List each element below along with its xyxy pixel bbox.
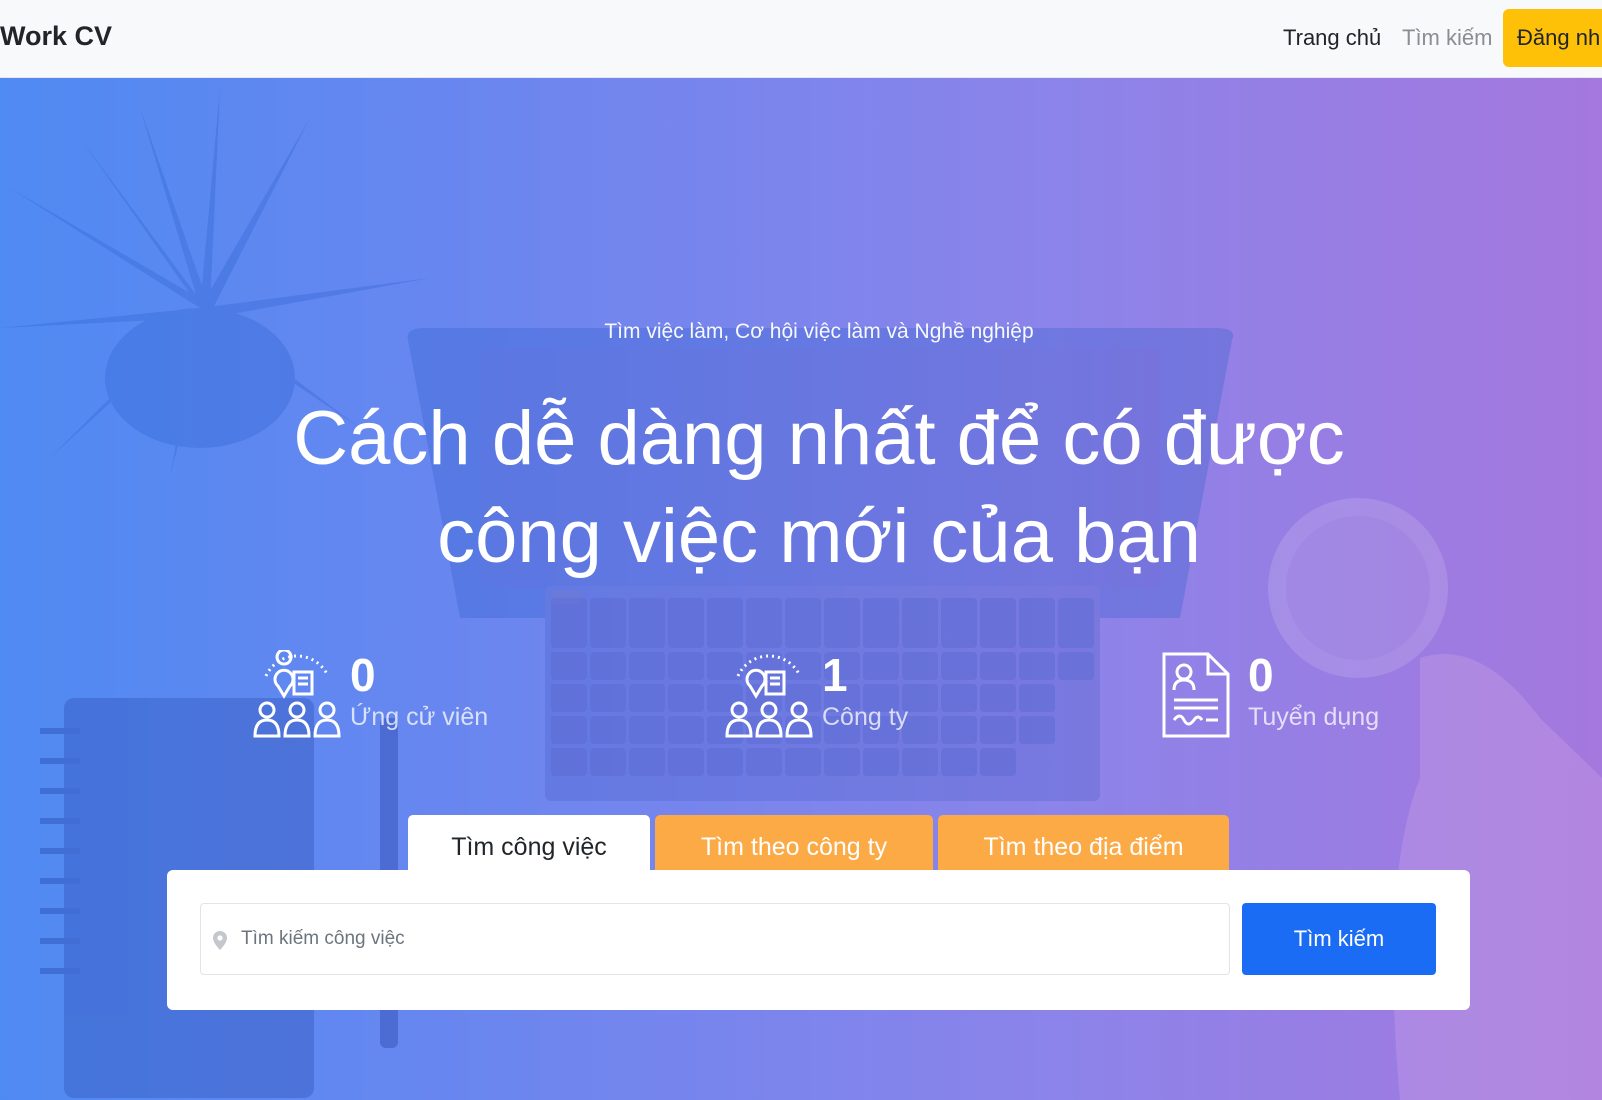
tab-find-by-company[interactable]: Tìm theo công ty (655, 815, 933, 873)
recruitment-document-icon (1162, 652, 1230, 738)
top-navbar: Work CV Trang chủ Tìm kiếm Đăng nh (0, 0, 1602, 78)
keyboard-key-decoration (824, 748, 860, 776)
search-field[interactable] (200, 903, 1230, 975)
keyboard-key-decoration (668, 684, 704, 712)
keyboard-key-decoration (1058, 620, 1094, 648)
keyboard-key-decoration (668, 716, 704, 744)
keyboard-key-decoration (941, 684, 977, 712)
keyboard-key-decoration (629, 716, 665, 744)
keyboard-key-decoration (941, 716, 977, 744)
keyboard-key-decoration (902, 620, 938, 648)
keyboard-key-decoration (863, 620, 899, 648)
hero-title-line2: công việc mới của bạn (437, 494, 1201, 579)
keyboard-key-decoration (551, 684, 587, 712)
keyboard-key-decoration (1019, 620, 1055, 648)
search-panel: Tìm kiếm (167, 870, 1470, 1010)
keyboard-key-decoration (863, 652, 899, 680)
keyboard-key-decoration (863, 748, 899, 776)
stat-recruitment-label: Tuyển dụng (1248, 703, 1380, 731)
keyboard-key-decoration (551, 748, 587, 776)
keyboard-key-decoration (590, 684, 626, 712)
keyboard-key-decoration (1058, 652, 1094, 680)
keyboard-key-decoration (629, 748, 665, 776)
stat-companies-value: 1 (822, 649, 848, 701)
stat-candidates-label: Ứng cử viên (350, 703, 489, 731)
nav-search-link[interactable]: Tìm kiếm (1402, 25, 1492, 51)
keyboard-key-decoration (785, 620, 821, 648)
keyboard-key-decoration (980, 620, 1016, 648)
keyboard-key-decoration (1019, 716, 1055, 744)
keyboard-key-decoration (941, 620, 977, 648)
keyboard-key-decoration (590, 748, 626, 776)
keyboard-key-decoration (629, 652, 665, 680)
login-button[interactable]: Đăng nh (1503, 9, 1602, 67)
keyboard-key-decoration (824, 620, 860, 648)
keyboard-key-decoration (980, 652, 1016, 680)
keyboard-key-decoration (980, 748, 1016, 776)
tab-find-job[interactable]: Tìm công việc (408, 815, 650, 873)
keyboard-key-decoration (551, 652, 587, 680)
keyboard-key-decoration (902, 748, 938, 776)
stat-candidates-value: 0 (350, 649, 376, 701)
candidates-icon (253, 650, 341, 738)
keyboard-key-decoration (746, 620, 782, 648)
keyboard-key-decoration (980, 716, 1016, 744)
keyboard-key-decoration (785, 748, 821, 776)
keyboard-key-decoration (941, 748, 977, 776)
keyboard-key-decoration (668, 652, 704, 680)
keyboard-key-decoration (941, 652, 977, 680)
brand-logo[interactable]: Work CV (0, 21, 112, 52)
keyboard-key-decoration (551, 716, 587, 744)
keyboard-key-decoration (590, 716, 626, 744)
keyboard-key-decoration (707, 620, 743, 648)
hero-subtitle: Tìm việc làm, Cơ hội việc làm và Nghề ng… (604, 320, 1034, 343)
keyboard-key-decoration (629, 620, 665, 648)
keyboard-key-decoration (746, 748, 782, 776)
keyboard-key-decoration (668, 620, 704, 648)
stat-recruitment-value: 0 (1248, 649, 1274, 701)
keyboard-key-decoration (551, 620, 587, 648)
keyboard-key-decoration (668, 748, 704, 776)
keyboard-key-decoration (902, 652, 938, 680)
company-icon (725, 654, 813, 738)
nav-home-link[interactable]: Trang chủ (1283, 25, 1381, 51)
tab-find-by-location[interactable]: Tìm theo địa điểm (938, 815, 1229, 873)
keyboard-key-decoration (629, 684, 665, 712)
stat-companies-label: Công ty (822, 703, 909, 731)
keyboard-key-decoration (590, 620, 626, 648)
keyboard-key-decoration (1019, 684, 1055, 712)
keyboard-key-decoration (1019, 652, 1055, 680)
search-input[interactable] (241, 924, 1201, 954)
hero-title-line1: Cách dễ dàng nhất để có được (293, 396, 1345, 481)
keyboard-key-decoration (980, 684, 1016, 712)
map-pin-icon (213, 931, 227, 950)
hero-title: Cách dễ dàng nhất để có được công việc m… (200, 390, 1438, 586)
search-button[interactable]: Tìm kiếm (1242, 903, 1436, 975)
keyboard-key-decoration (707, 748, 743, 776)
hero-section: Tìm việc làm, Cơ hội việc làm và Nghề ng… (0, 78, 1602, 1100)
keyboard-key-decoration (590, 652, 626, 680)
